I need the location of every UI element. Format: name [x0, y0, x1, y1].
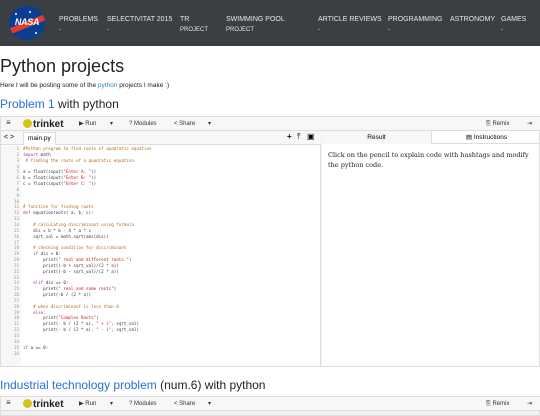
trinket-logo-icon	[23, 399, 32, 408]
tab-instructions[interactable]: ▤ Instructions	[432, 131, 540, 144]
instructions-text: Click on the pencil to explain code with…	[328, 151, 529, 169]
modules-button[interactable]: ? Modules	[129, 400, 157, 408]
trinket-logo-icon	[23, 119, 32, 128]
menu-icon[interactable]: ≡	[6, 119, 11, 127]
section-heading-problem-1: Problem 1 with python	[0, 97, 119, 111]
trinket-embed-2: ≡ trinket ▶ Run ▾ ? Modules < Share ▾ ⎘ …	[0, 396, 540, 416]
run-options-caret-icon[interactable]: ▾	[110, 120, 113, 128]
run-options-caret-icon[interactable]: ▾	[110, 400, 113, 408]
nasa-logo[interactable]: NASA	[9, 6, 45, 40]
image-library-icon[interactable]: ▣	[307, 133, 315, 141]
line-number: 36	[13, 350, 19, 356]
exit-icon[interactable]: ⇥	[527, 120, 532, 128]
remix-button[interactable]: ⎘ Remix	[486, 400, 509, 408]
menu-icon[interactable]: ≡	[6, 399, 11, 407]
run-button[interactable]: ▶ Run	[79, 120, 96, 128]
trinket-toolbar: ≡ trinket ▶ Run ▾ ? Modules < Share ▾ ⎘ …	[1, 397, 540, 411]
nav-item-astronomy[interactable]: ASTRONOMY	[450, 15, 495, 25]
code-content[interactable]: #Python program to find roots of quadrat…	[23, 146, 321, 351]
nav-item-games[interactable]: GAMES -	[501, 15, 526, 35]
trinket-logo[interactable]: trinket	[23, 119, 64, 130]
file-nav-arrows-icon[interactable]: < >	[4, 134, 14, 142]
nav-item-article-reviews[interactable]: ARTICLE REVIEWS -	[318, 15, 382, 35]
code-editor[interactable]: < > main.py + ⤒ ▣ 1 2 3 4 5 6 7 8 9 10 11 12 13 14 15 1…	[1, 131, 321, 366]
run-button[interactable]: ▶ Run	[79, 400, 96, 408]
exit-icon[interactable]: ⇥	[527, 400, 532, 408]
share-button[interactable]: < Share	[174, 120, 195, 128]
nav-item-swimming-pool[interactable]: SWIMMING POOL PROJECT	[226, 15, 285, 35]
line-number-gutter: 1 2 3 4 5 6 7 8 9 10 11 12 13 14 15 16 17 18 19 20 21 22 23 24 2…	[1, 146, 21, 366]
code-area[interactable]: 1 2 3 4 5 6 7 8 9 10 11 12 13 14 15 16 17 18 19 20 21 22 23 24 2…	[1, 146, 321, 366]
section-heading-industrial: Industrial technology problem (num.6) wi…	[0, 378, 266, 392]
nav-item-selectivitat[interactable]: SELECTIVITAT 2015-	[107, 15, 172, 35]
share-options-caret-icon[interactable]: ▾	[208, 120, 211, 128]
modules-button[interactable]: ? Modules	[129, 120, 157, 128]
nav-item-programming[interactable]: PROGRAMMING -	[388, 15, 442, 35]
upload-icon[interactable]: ⤒	[297, 133, 301, 141]
page-title: Python projects	[0, 56, 125, 76]
file-tab-main[interactable]: main.py	[23, 132, 56, 145]
nav-item-tr-project[interactable]: TR PROJECT	[180, 15, 208, 35]
editor-tab-row: < > main.py + ⤒ ▣	[1, 131, 321, 145]
output-pane: Result ▤ Instructions Click on the penci…	[322, 131, 539, 366]
logo-star	[35, 32, 37, 34]
intro-text: Here I will be posting some of the pytho…	[0, 82, 170, 89]
top-navigation: NASA PROBLEMS - SELECTIVITAT 2015- TR PROJ…	[0, 0, 540, 46]
logo-text: NASA	[14, 17, 40, 27]
nav-item-problems[interactable]: PROBLEMS -	[59, 15, 98, 35]
trinket-embed-1: ≡ trinket ▶ Run ▾ ? Modules < Share ▾ ⎘ …	[0, 116, 540, 367]
share-button[interactable]: < Share	[174, 400, 195, 408]
industrial-problem-link[interactable]: Industrial technology problem	[0, 378, 157, 392]
instructions-icon: ▤	[465, 134, 474, 141]
share-options-caret-icon[interactable]: ▾	[208, 400, 211, 408]
add-file-icon[interactable]: +	[287, 133, 292, 141]
trinket-toolbar: ≡ trinket ▶ Run ▾ ? Modules < Share ▾ ⎘ …	[1, 117, 540, 131]
python-link[interactable]: python	[98, 82, 118, 89]
remix-button[interactable]: ⎘ Remix	[486, 120, 509, 128]
tab-result[interactable]: Result	[322, 131, 432, 144]
problem-1-link[interactable]: Problem 1	[0, 97, 55, 111]
logo-star	[29, 11, 31, 13]
logo-star	[15, 13, 17, 15]
output-tabs: Result ▤ Instructions	[322, 131, 539, 144]
